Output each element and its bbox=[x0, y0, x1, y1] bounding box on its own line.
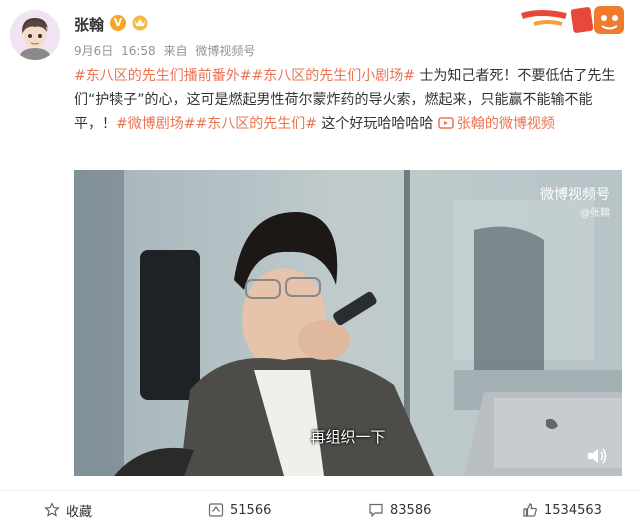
watermark-user: @张翰 bbox=[580, 208, 610, 219]
post-date: 9月6日 bbox=[74, 44, 114, 58]
volume-icon[interactable] bbox=[586, 446, 608, 466]
avatar[interactable] bbox=[10, 10, 60, 60]
verified-badge-icon: V bbox=[110, 15, 126, 31]
post-text: 这个好玩哈哈哈哈 bbox=[316, 116, 438, 132]
hashtag-link[interactable]: #微博剧场# bbox=[116, 116, 195, 132]
video-subtitle: 再组织一下 bbox=[310, 428, 386, 446]
comment-button[interactable]: 83586 bbox=[368, 498, 431, 522]
video-source-link[interactable]: 张翰的微博视频 bbox=[457, 116, 555, 132]
thumbs-up-icon bbox=[523, 503, 537, 517]
star-icon bbox=[44, 502, 60, 517]
watermark-title: 微博视频号 bbox=[540, 187, 610, 203]
crown-icon[interactable] bbox=[131, 13, 149, 31]
hashtag-link[interactable]: #东八区的先生们小剧场# bbox=[251, 68, 414, 84]
video-watermark: 微博视频号 @张翰 bbox=[540, 184, 610, 219]
post-time: 16:58 bbox=[121, 44, 156, 58]
video-link-icon bbox=[438, 117, 454, 129]
repost-button[interactable]: 51566 bbox=[208, 498, 271, 522]
hashtag-link[interactable]: #东八区的先生们播前番外# bbox=[74, 68, 251, 84]
repost-count: 51566 bbox=[230, 502, 272, 518]
post-header: 张翰 V 9月6日 16:58 来自 微博视频号 bbox=[0, 0, 640, 64]
action-divider bbox=[0, 490, 640, 491]
comment-count: 83586 bbox=[390, 502, 432, 518]
source-prefix: 来自 bbox=[163, 44, 188, 58]
comment-icon bbox=[369, 503, 383, 518]
hashtag-link[interactable]: #东八区的先生们# bbox=[195, 116, 316, 132]
post-meta: 9月6日 16:58 来自 微博视频号 bbox=[74, 42, 259, 59]
favorite-label: 收藏 bbox=[66, 504, 93, 520]
decorative-sticker-icon bbox=[521, 6, 624, 34]
post-content: #东八区的先生们播前番外##东八区的先生们小剧场# 士为知己者死！不要低估了先生… bbox=[74, 64, 622, 136]
source-link[interactable]: 微博视频号 bbox=[195, 44, 255, 58]
favorite-button[interactable]: 收藏 bbox=[44, 498, 92, 522]
repost-icon bbox=[208, 503, 224, 517]
user-name[interactable]: 张翰 bbox=[74, 14, 104, 35]
video-player[interactable]: 微博视频号 @张翰 再组织一下 bbox=[74, 170, 622, 476]
like-count: 1534563 bbox=[544, 502, 602, 518]
like-button[interactable]: 1534563 bbox=[522, 498, 602, 522]
